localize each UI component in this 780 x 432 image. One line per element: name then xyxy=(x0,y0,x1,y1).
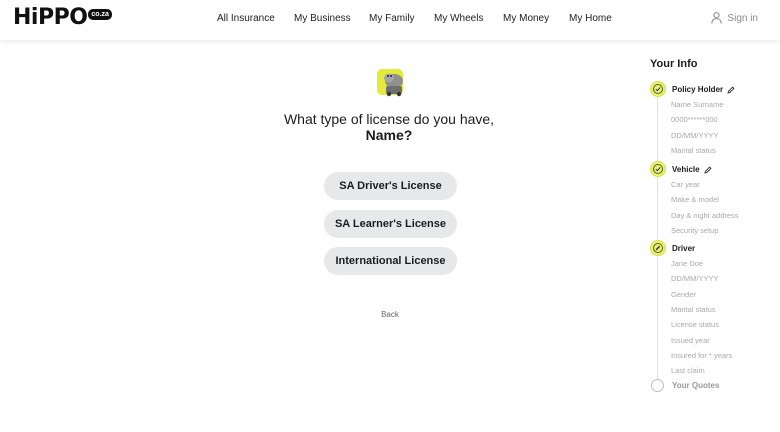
vehicle-step-indicator xyxy=(650,161,666,177)
nav-my-family[interactable]: My Family xyxy=(369,13,415,24)
vehicle-label: Vehicle xyxy=(672,165,700,174)
driver-dob: DD/MM/YYYY xyxy=(671,274,719,283)
your-info-title: Your Info xyxy=(650,58,698,70)
driver-gender: Gender xyxy=(671,290,697,299)
driver-marital-status: Marital status xyxy=(671,305,716,314)
policy-holder-step[interactable]: Policy Holder xyxy=(672,85,735,94)
logo-tld: co.za xyxy=(88,9,112,20)
sa-drivers-license-button[interactable]: SA Driver's License xyxy=(324,172,457,200)
driver-license-status: License status xyxy=(671,320,719,329)
nav-my-business[interactable]: My Business xyxy=(294,13,351,24)
vehicle-address: Day & night address xyxy=(671,211,739,220)
policy-holder-id: 0000******000 xyxy=(671,115,718,124)
top-header: HiPPO co.za All Insurance My Business My… xyxy=(0,0,780,40)
sign-in-link[interactable]: Sign in xyxy=(711,12,758,24)
vehicle-car-year: Car year xyxy=(671,180,700,189)
driver-step[interactable]: Driver xyxy=(672,244,695,253)
pencil-icon xyxy=(655,245,661,251)
policy-holder-dob: DD/MM/YYYY xyxy=(671,131,719,140)
international-license-button[interactable]: International License xyxy=(324,247,457,275)
driver-name: Jane Doe xyxy=(671,259,704,268)
check-icon xyxy=(655,87,661,92)
policy-holder-name: Name Surname xyxy=(671,100,724,109)
hippo-logo[interactable]: HiPPO co.za xyxy=(13,6,112,32)
question-name: Name? xyxy=(365,127,413,143)
driver-last-claim: Last claim xyxy=(671,366,705,375)
pencil-icon[interactable] xyxy=(727,85,735,94)
driver-step-indicator xyxy=(650,240,666,256)
progress-line xyxy=(657,96,658,382)
driver-insured-for: Insured for * years xyxy=(671,351,733,360)
driver-issued-year: Issued year xyxy=(671,336,710,345)
vehicle-step[interactable]: Vehicle xyxy=(672,165,712,174)
nav-my-wheels[interactable]: My Wheels xyxy=(434,13,483,24)
user-icon xyxy=(711,12,723,24)
sa-learners-license-button[interactable]: SA Learner's License xyxy=(324,210,457,238)
back-link[interactable]: Back xyxy=(370,310,410,319)
nav-my-money[interactable]: My Money xyxy=(503,13,549,24)
check-icon xyxy=(655,167,661,172)
policy-holder-marital-status: Marital status xyxy=(671,146,716,155)
hippo-mascot-icon xyxy=(377,69,403,97)
vehicle-security: Security setup xyxy=(671,226,719,235)
your-quotes-label: Your Quotes xyxy=(672,381,720,390)
license-question: What type of license do you have, Name? xyxy=(240,111,538,143)
your-quotes-step[interactable]: Your Quotes xyxy=(672,381,719,390)
quotes-step-indicator xyxy=(651,379,664,392)
driver-label: Driver xyxy=(672,244,696,253)
pencil-icon[interactable] xyxy=(703,165,712,174)
nav-my-home[interactable]: My Home xyxy=(569,13,612,24)
question-text: What type of license do you have, xyxy=(283,111,495,127)
sign-in-label: Sign in xyxy=(727,12,758,24)
policy-holder-step-indicator xyxy=(650,81,666,97)
logo-word: HiPPO xyxy=(13,5,88,30)
nav-all-insurance[interactable]: All Insurance xyxy=(217,13,275,24)
vehicle-make-model: Make & model xyxy=(671,195,719,204)
policy-holder-label: Policy Holder xyxy=(672,85,724,94)
